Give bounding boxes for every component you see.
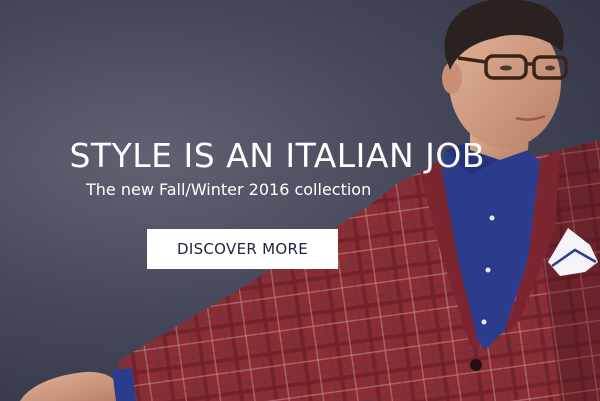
hero-subheadline: The new Fall/Winter 2016 collection	[86, 180, 372, 199]
model-hand	[20, 371, 122, 401]
hero-model-photo	[20, 0, 600, 401]
hero-banner: STYLE IS AN ITALIAN JOB The new Fall/Win…	[0, 0, 600, 401]
hero-headline: STYLE IS AN ITALIAN JOB	[69, 136, 485, 175]
discover-more-button[interactable]: DISCOVER MORE	[147, 229, 338, 269]
